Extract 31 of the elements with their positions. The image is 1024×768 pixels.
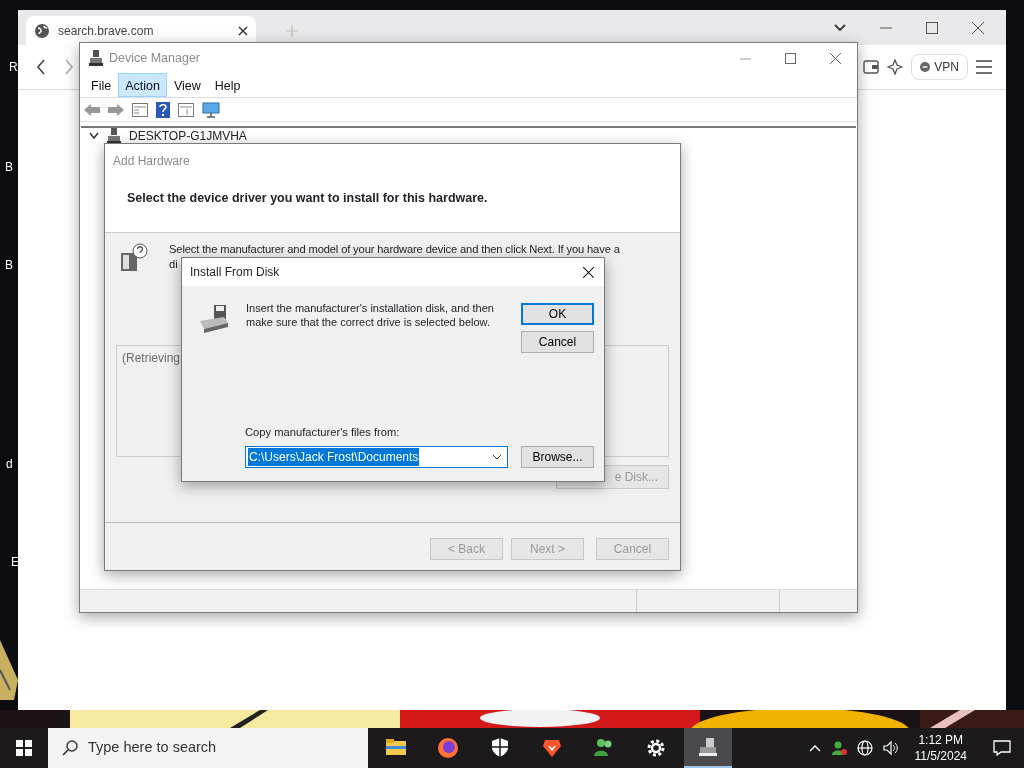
desktop-icon-label[interactable]: B xyxy=(5,158,13,176)
menu-item[interactable]: Help xyxy=(207,73,248,97)
menu-item[interactable]: View xyxy=(166,73,208,97)
ok-button[interactable]: OK xyxy=(521,303,594,325)
clock[interactable]: 1:12 PM 11/5/2024 xyxy=(914,732,967,764)
wizard-heading: Select the device driver you want to install for this hardware. xyxy=(127,190,489,207)
search-placeholder: Type here to search xyxy=(88,738,217,758)
dialog-title: Install From Disk xyxy=(190,264,280,281)
list-text: (Retrieving xyxy=(122,350,182,367)
desktop-icon-label[interactable]: E xyxy=(11,553,19,571)
window-title: Device Manager xyxy=(109,49,200,67)
browse-button[interactable]: Browse... xyxy=(521,446,594,468)
desktop-icon-label[interactable]: B xyxy=(5,256,13,274)
selected-path: C:\Users\Jack Frost\Documents xyxy=(248,448,420,466)
tree-node[interactable]: DESKTOP-G1JMVHA xyxy=(129,128,247,143)
search-box[interactable]: Type here to search xyxy=(48,728,368,768)
path-combo-box[interactable]: C:\Users\Jack Frost\Documents xyxy=(245,446,508,468)
instruction-text: Select the manufacturer and model of your hardware device and then click Next. If you have a xyxy=(169,243,620,255)
desktop-icon-label[interactable]: R xyxy=(9,58,18,76)
desktop-icon-label[interactable]: d xyxy=(6,455,13,473)
menu-item[interactable]: File xyxy=(84,73,119,97)
vpn-button[interactable]: VPN xyxy=(911,54,968,80)
field-label: Copy manufacturer's files from: xyxy=(245,425,401,441)
clock-time: 1:12 PM xyxy=(917,732,965,748)
dialog-message: Insert the manufacturer's installation disk, and then make sure that the correct drive is selected below. xyxy=(246,301,495,330)
cancel-button[interactable]: Cancel xyxy=(521,331,594,353)
instruction-text: di xyxy=(169,258,178,270)
window-title: Add Hardware xyxy=(113,153,191,170)
menu-item[interactable]: Action xyxy=(118,73,167,97)
clock-date: 11/5/2024 xyxy=(914,748,967,764)
tab-title: search.brave.com xyxy=(58,22,155,40)
